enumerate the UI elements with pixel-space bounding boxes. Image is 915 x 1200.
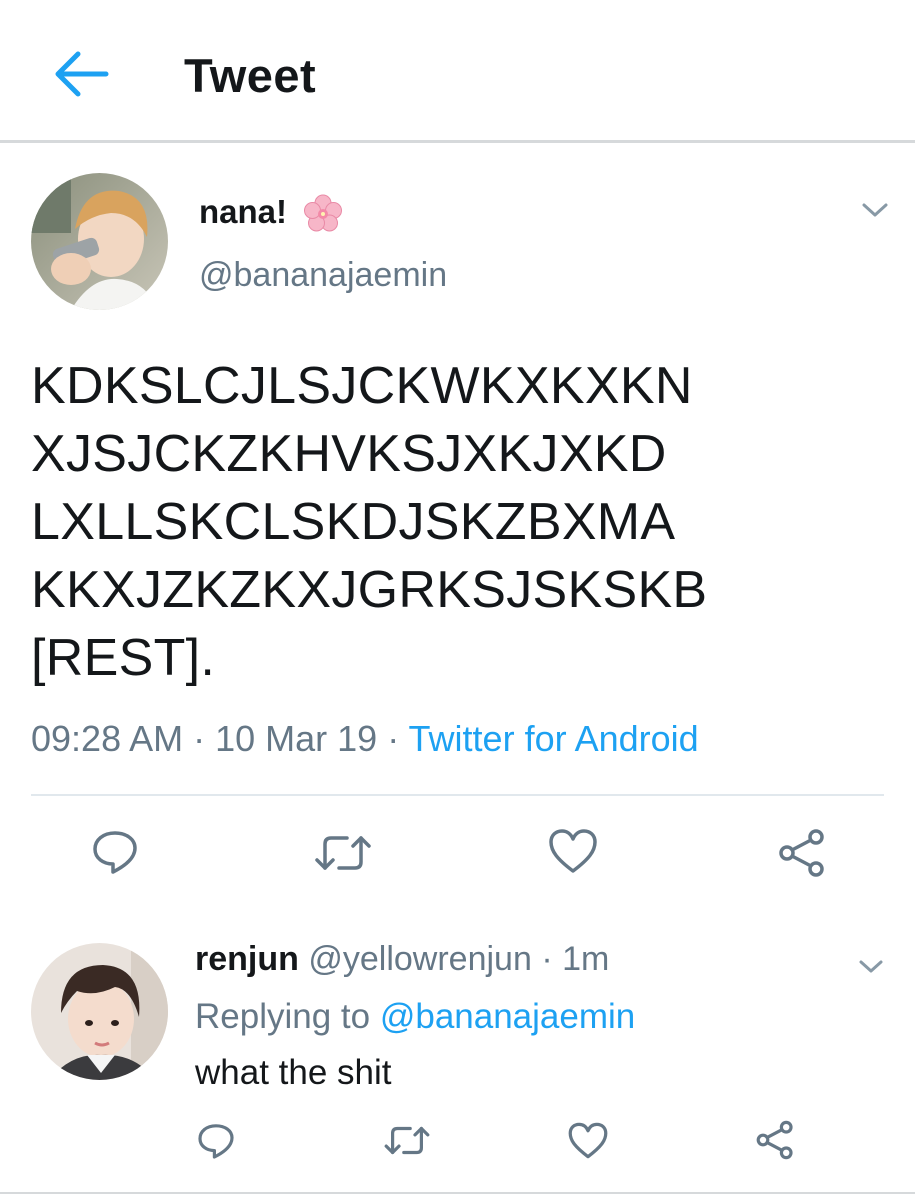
share-icon xyxy=(779,829,824,877)
reply-icon xyxy=(198,1124,234,1159)
reply-share-button[interactable] xyxy=(754,1120,796,1160)
chevron-down-icon[interactable] xyxy=(856,955,886,977)
author-avatar[interactable] xyxy=(31,173,168,310)
reply-header: renjun @yellowrenjun · 1m xyxy=(195,940,609,979)
reply-icon xyxy=(93,831,137,874)
tweet-text: KDKSLCJLSJCKWKXKXKN XJSJCKZKHVKSJXKJXKD … xyxy=(31,357,708,687)
replying-to-label: Replying to xyxy=(195,997,380,1036)
reply-retweet-button[interactable] xyxy=(383,1122,431,1159)
reply-button[interactable] xyxy=(90,827,140,877)
reply-text: what the shit xyxy=(195,1053,392,1092)
reply-like-button[interactable] xyxy=(567,1121,609,1160)
author-display-name[interactable]: nana! xyxy=(199,193,287,231)
reply-author-display-name[interactable]: renjun xyxy=(195,940,299,978)
meta-separator: · xyxy=(377,718,409,759)
page-title: Tweet xyxy=(184,49,317,102)
retweet-button[interactable] xyxy=(313,830,373,876)
reply-timestamp: 1m xyxy=(562,940,610,978)
tweet-source-link[interactable]: Twitter for Android xyxy=(409,718,699,759)
replying-to-mention[interactable]: @bananajaemin xyxy=(380,997,635,1036)
replying-to-line: Replying to @bananajaemin xyxy=(195,997,635,1037)
retweet-icon xyxy=(384,1126,430,1155)
retweet-icon xyxy=(315,836,371,870)
back-button[interactable] xyxy=(48,46,112,102)
meta-separator: · xyxy=(531,940,563,978)
meta-separator: · xyxy=(183,718,216,759)
arrow-left-icon xyxy=(55,51,109,97)
top-app-bar: Tweet xyxy=(0,0,915,143)
share-button[interactable] xyxy=(776,828,828,878)
tweet-time: 09:28 AM xyxy=(31,718,184,759)
author-handle[interactable]: @bananajaemin xyxy=(199,256,447,295)
reply-reply-button[interactable] xyxy=(196,1121,236,1161)
like-icon xyxy=(549,829,597,873)
tweet-detail-screen: Tweet nana! @bananajaemin KDKSLCJLSJCKWK… xyxy=(0,0,915,1200)
reply-author-avatar[interactable] xyxy=(31,943,168,1080)
like-icon xyxy=(568,1122,608,1159)
chevron-down-icon[interactable] xyxy=(858,197,892,223)
cherry-blossom-icon xyxy=(304,194,342,232)
share-icon xyxy=(756,1120,793,1160)
like-button[interactable] xyxy=(547,827,599,875)
divider xyxy=(31,794,884,796)
tweet-date: 10 Mar 19 xyxy=(215,718,378,759)
reply-author-handle[interactable]: @yellowrenjun xyxy=(308,940,532,978)
tweet-metadata: 09:28 AM · 10 Mar 19 · Twitter for Andro… xyxy=(31,718,699,760)
divider xyxy=(0,1192,915,1194)
